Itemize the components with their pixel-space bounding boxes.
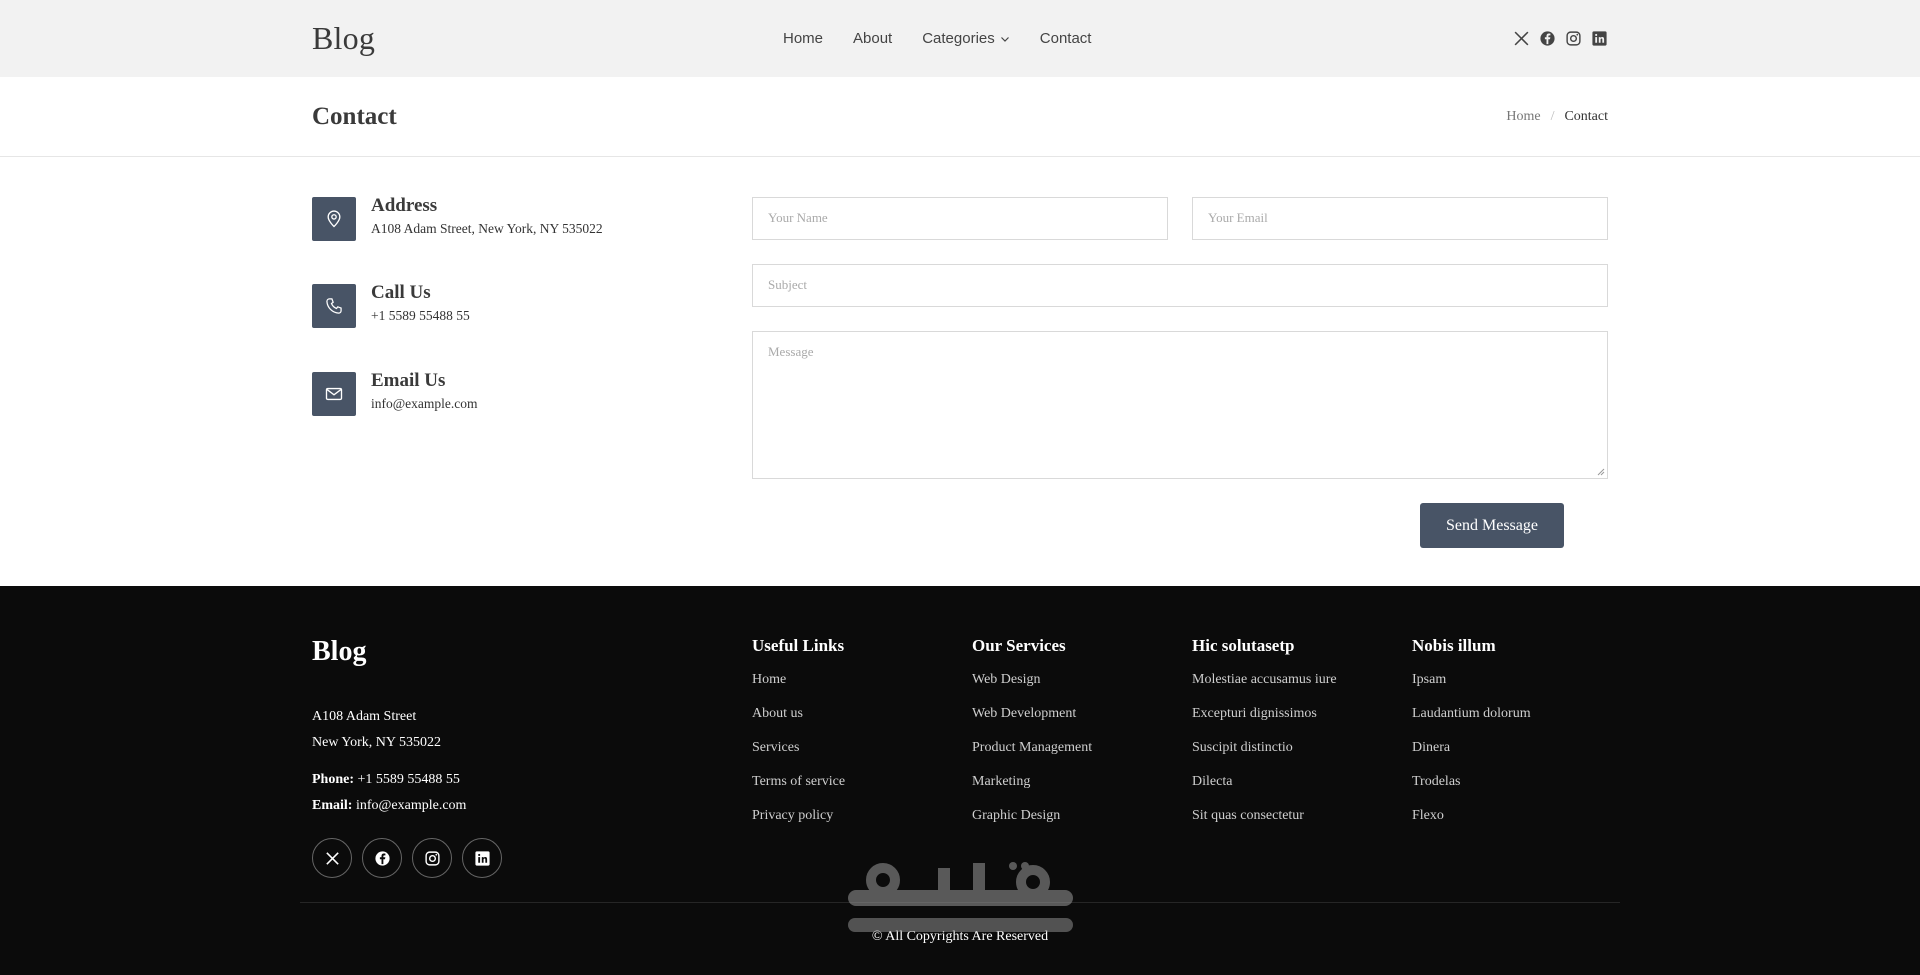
- phone-icon: [312, 284, 356, 328]
- footer-link[interactable]: Suscipit distinctio: [1192, 738, 1337, 758]
- resize-handle-icon[interactable]: [1597, 468, 1605, 476]
- footer-link[interactable]: Web Development: [972, 704, 1092, 724]
- nav-categories[interactable]: Categories: [922, 30, 1010, 47]
- footer-email-label: Email:: [312, 798, 353, 813]
- instagram-icon[interactable]: [412, 838, 452, 878]
- footer-email: info@example.com: [355, 798, 467, 813]
- footer-col-title: Our Services: [972, 636, 1066, 655]
- nav-home[interactable]: Home: [783, 30, 823, 47]
- footer-address-line1: A108 Adam Street: [312, 709, 417, 724]
- x-icon[interactable]: [312, 838, 352, 878]
- footer-col-title: Nobis illum: [1412, 636, 1496, 655]
- footer-link[interactable]: Sit quas consectetur: [1192, 806, 1337, 826]
- site-logo[interactable]: Blog: [312, 20, 375, 57]
- footer-col-title: Hic solutasetp: [1192, 636, 1295, 655]
- x-icon[interactable]: [1513, 30, 1530, 47]
- footer-phone-label: Phone:: [312, 772, 354, 787]
- footer-link[interactable]: Graphic Design: [972, 806, 1092, 826]
- nav-contact[interactable]: Contact: [1040, 30, 1092, 47]
- map-pin-icon: [312, 197, 356, 241]
- copyright-text: © All Copyrights Are Reserved: [871, 929, 1049, 944]
- footer-link[interactable]: Excepturi dignissimos: [1192, 704, 1337, 724]
- footer-link[interactable]: Terms of service: [752, 772, 845, 792]
- footer-link[interactable]: Web Design: [972, 670, 1092, 690]
- footer-col-title: Useful Links: [752, 636, 845, 655]
- footer-link[interactable]: Services: [752, 738, 845, 758]
- info-address: Address A108 Adam Street, New York, NY 5…: [312, 195, 603, 241]
- info-phone-text: +1 5589 55488 55: [371, 308, 470, 323]
- footer-address-line2: New York, NY 535022: [312, 735, 441, 750]
- footer-link[interactable]: Trodelas: [1412, 772, 1531, 792]
- message-textarea[interactable]: Message: [752, 331, 1608, 479]
- info-address-title: Address: [371, 195, 438, 216]
- chevron-down-icon: [1000, 36, 1009, 42]
- contact-section: Address A108 Adam Street, New York, NY 5…: [0, 157, 1920, 586]
- page-title: Contact: [312, 103, 397, 130]
- nav-categories-label: Categories: [922, 30, 995, 47]
- send-message-button[interactable]: Send Message: [1420, 503, 1564, 548]
- linkedin-icon[interactable]: [462, 838, 502, 878]
- footer-link[interactable]: Molestiae accusamus iure: [1192, 670, 1337, 690]
- footer-link[interactable]: Marketing: [972, 772, 1092, 792]
- footer-address: A108 Adam Street New York, NY 535022: [312, 704, 441, 756]
- footer-link[interactable]: About us: [752, 704, 845, 724]
- facebook-icon[interactable]: [362, 838, 402, 878]
- footer-divider: [300, 902, 1620, 903]
- footer-col-hic-solutasetp: Hic solutasetp Molestiae accusamus iure …: [1192, 636, 1337, 840]
- footer-link[interactable]: Dilecta: [1192, 772, 1337, 792]
- site-header: Blog Home About Categories Contact: [0, 0, 1920, 77]
- footer-col-useful-links: Useful Links Home About us Services Term…: [752, 636, 845, 840]
- footer-link[interactable]: Dinera: [1412, 738, 1531, 758]
- breadcrumb-current: Contact: [1564, 109, 1608, 124]
- facebook-icon[interactable]: [1539, 30, 1556, 47]
- linkedin-icon[interactable]: [1591, 30, 1608, 47]
- info-phone-title: Call Us: [371, 282, 431, 303]
- subject-input[interactable]: Subject: [752, 264, 1608, 307]
- name-input[interactable]: Your Name: [752, 197, 1168, 240]
- footer-link[interactable]: Product Management: [972, 738, 1092, 758]
- breadcrumb: Home / Contact: [1506, 109, 1608, 125]
- info-email-text: info@example.com: [371, 396, 478, 411]
- footer-col-nobis-illum: Nobis illum Ipsam Laudantium dolorum Din…: [1412, 636, 1531, 840]
- instagram-icon[interactable]: [1565, 30, 1582, 47]
- footer-link[interactable]: Home: [752, 670, 845, 690]
- main-nav: Home About Categories Contact: [783, 0, 1091, 77]
- site-footer: Blog A108 Adam Street New York, NY 53502…: [0, 586, 1920, 975]
- nav-about[interactable]: About: [853, 30, 892, 47]
- info-phone: Call Us +1 5589 55488 55: [312, 282, 470, 328]
- page-title-bar: Contact Home / Contact: [0, 77, 1920, 157]
- footer-logo[interactable]: Blog: [312, 636, 366, 668]
- message-placeholder: Message: [768, 344, 814, 359]
- footer-link[interactable]: Flexo: [1412, 806, 1531, 826]
- info-email: Email Us info@example.com: [312, 370, 478, 416]
- footer-phone: +1 5589 55488 55: [357, 772, 460, 787]
- footer-link[interactable]: Privacy policy: [752, 806, 845, 826]
- info-address-text: A108 Adam Street, New York, NY 535022: [371, 221, 603, 236]
- breadcrumb-home[interactable]: Home: [1506, 109, 1540, 125]
- footer-contact: Phone: +1 5589 55488 55 Email: info@exam…: [312, 767, 466, 819]
- envelope-icon: [312, 372, 356, 416]
- email-input[interactable]: Your Email: [1192, 197, 1608, 240]
- breadcrumb-separator: /: [1550, 109, 1555, 124]
- footer-social-links: [312, 838, 502, 878]
- footer-link[interactable]: Ipsam: [1412, 670, 1531, 690]
- info-email-title: Email Us: [371, 370, 446, 391]
- footer-col-our-services: Our Services Web Design Web Development …: [972, 636, 1092, 840]
- footer-link[interactable]: Laudantium dolorum: [1412, 704, 1531, 724]
- header-social-links: [1513, 0, 1608, 77]
